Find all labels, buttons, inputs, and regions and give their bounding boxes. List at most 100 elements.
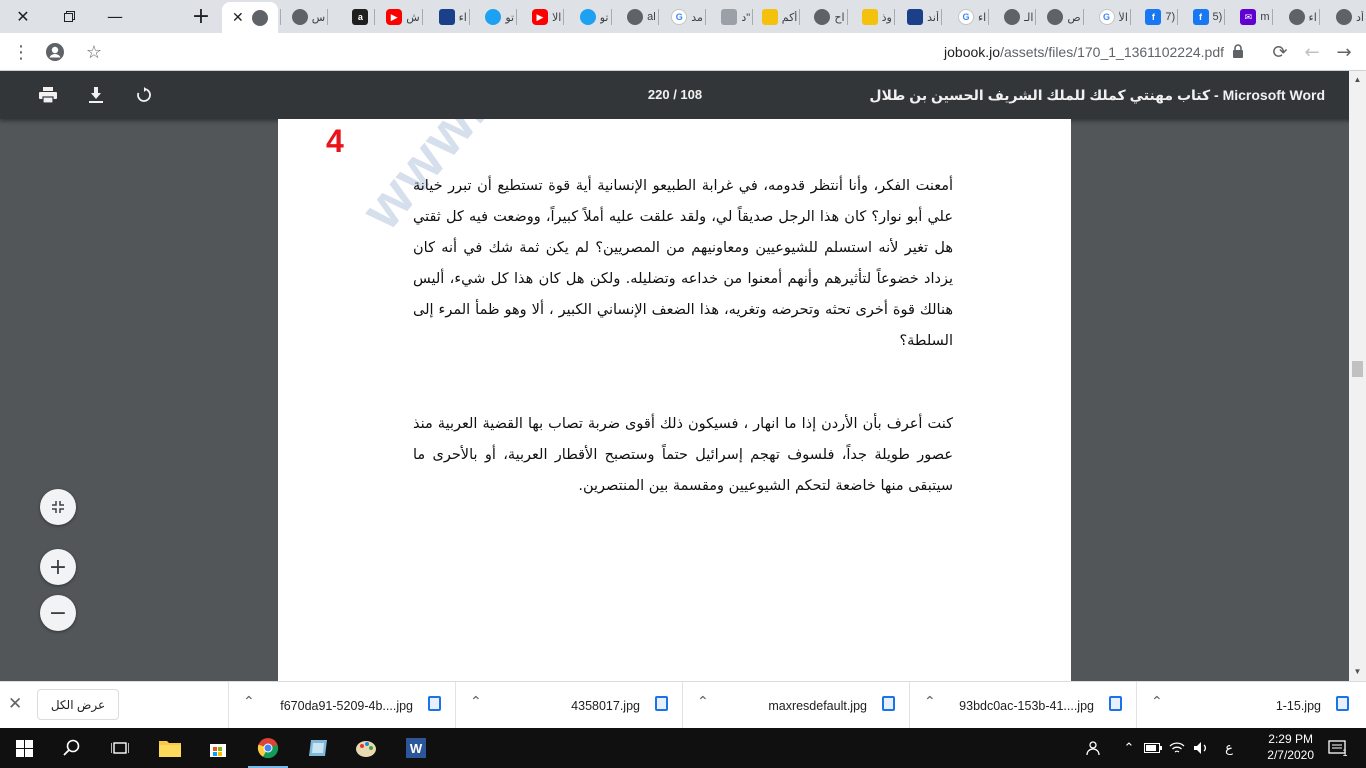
chrome-button[interactable] [244, 728, 292, 768]
volume-icon[interactable] [1190, 728, 1212, 768]
input-language[interactable]: ع [1218, 728, 1240, 768]
download-item[interactable]: ⌃ 4358017.jpg [455, 682, 682, 728]
browser-tab[interactable]: اء [1276, 4, 1317, 30]
browser-tab[interactable]: "د [709, 4, 750, 30]
browser-tab[interactable]: س [284, 4, 325, 30]
youtube-icon: ▶ [386, 9, 403, 25]
paint-icon [356, 741, 376, 757]
browser-tab[interactable]: أد [1323, 4, 1364, 30]
globe-icon [291, 9, 308, 25]
store-button[interactable] [194, 728, 242, 768]
tab-label: ش [406, 11, 420, 24]
scroll-down-arrow[interactable]: ▼ [1349, 665, 1366, 679]
back-icon[interactable]: → [1329, 33, 1359, 71]
scroll-up-arrow[interactable]: ▲ [1349, 73, 1366, 87]
browser-tab[interactable]: أند [898, 4, 939, 30]
browser-tab[interactable]: وذ [851, 4, 892, 30]
wifi-icon[interactable] [1166, 728, 1188, 768]
close-window-button[interactable]: ✕ [0, 0, 46, 33]
url-host: jobook.jo [944, 44, 1001, 60]
restore-window-button[interactable] [46, 0, 92, 33]
file-icon [1336, 696, 1349, 711]
close-shelf-icon[interactable]: ✕ [8, 694, 22, 714]
download-item[interactable]: ⌃ f670da91-5209-4b....jpg [228, 682, 455, 728]
download-filename: 1-15.jpg [1275, 699, 1321, 713]
browser-tab[interactable]: a [331, 4, 372, 30]
word-button[interactable]: W [392, 728, 440, 768]
tab-separator [421, 9, 423, 25]
zoom-out-button[interactable]: − [40, 595, 76, 631]
browser-tab[interactable]: الـ [992, 4, 1033, 30]
chevron-up-icon[interactable]: ⌃ [1151, 694, 1163, 710]
bookmark-star-icon[interactable]: ☆ [79, 33, 109, 71]
browser-tab[interactable]: اء G [945, 4, 986, 30]
vertical-scrollbar[interactable]: ▲ ▼ [1349, 71, 1366, 681]
tab-label: الأ [1118, 11, 1128, 24]
file-explorer-button[interactable] [146, 728, 194, 768]
globe-icon [251, 9, 268, 26]
browser-tab[interactable]: m ✉ [1228, 4, 1270, 30]
tab-label: وذ [881, 11, 892, 24]
browser-tab[interactable]: الا ▶ [520, 4, 561, 30]
browser-tab[interactable]: (7 f [1134, 4, 1175, 30]
app-button[interactable] [294, 728, 342, 768]
chevron-up-icon[interactable]: ⌃ [243, 694, 255, 710]
close-tab-icon[interactable]: ✕ [232, 10, 244, 26]
clock[interactable]: 2:29 PM 2/7/2020 [1267, 731, 1314, 763]
rotate-button[interactable] [128, 79, 160, 111]
show-all-button[interactable]: عرض الكل [37, 689, 119, 720]
browser-tab[interactable]: تو [567, 4, 609, 30]
profile-icon[interactable] [40, 33, 70, 71]
tab-label: س [311, 11, 326, 24]
browser-tab[interactable]: اح [803, 4, 845, 30]
tab-label: (5 [1212, 11, 1223, 23]
lock-icon [1233, 44, 1243, 58]
globe-icon [627, 9, 644, 25]
tab-label: "د [741, 11, 751, 24]
reload-icon[interactable]: ⟳ [1265, 33, 1295, 71]
page-indicator[interactable]: 220 / 108 [640, 87, 710, 102]
chevron-up-icon[interactable]: ⌃ [697, 694, 709, 710]
browser-tab[interactable]: أكم [756, 4, 797, 30]
paint-button[interactable] [342, 728, 390, 768]
download-button[interactable] [80, 79, 112, 111]
scroll-thumb[interactable] [1352, 361, 1363, 377]
zoom-in-button[interactable]: + [40, 549, 76, 585]
notification-center-button[interactable]: 1 [1318, 728, 1358, 768]
chevron-up-icon[interactable]: ⌃ [470, 694, 482, 710]
start-button[interactable] [0, 728, 48, 768]
task-view-button[interactable] [96, 728, 144, 768]
browser-tab[interactable]: تو [473, 4, 514, 30]
browser-tab[interactable]: مد G [662, 4, 703, 30]
tab-active-pdf[interactable]: ✕ [222, 2, 278, 33]
people-icon[interactable] [1080, 728, 1108, 768]
fit-to-page-button[interactable] [40, 489, 76, 525]
download-item[interactable]: ⌃ 1-15.jpg [1136, 682, 1363, 728]
browser-tab[interactable]: (5 f [1181, 4, 1222, 30]
browser-tab[interactable]: ص [1039, 4, 1081, 30]
forward-icon[interactable]: ← [1297, 33, 1327, 71]
search-button[interactable] [48, 728, 96, 768]
print-button[interactable] [32, 79, 64, 111]
menu-icon[interactable]: ⋮ [6, 33, 36, 71]
show-hidden-icons[interactable]: ⌃ [1118, 728, 1140, 768]
tab-label: اء [458, 11, 467, 24]
browser-tab[interactable]: al [615, 4, 656, 30]
browser-tab[interactable]: ش ▶ [378, 4, 420, 30]
download-item[interactable]: ⌃ maxresdefault.jpg [682, 682, 909, 728]
facebook-icon: f [1192, 9, 1209, 25]
new-tab-button[interactable]: + [180, 0, 222, 33]
tab-label: اح [834, 11, 845, 24]
chevron-up-icon[interactable]: ⌃ [924, 694, 936, 710]
browser-tab[interactable]: الأ G [1087, 4, 1128, 30]
app-icon [309, 740, 327, 756]
tab-separator [1177, 9, 1179, 25]
browser-tab[interactable]: اء [426, 4, 467, 30]
notification-count: 1 [1342, 749, 1348, 759]
download-item[interactable]: ⌃ 93bdc0ac-153b-41....jpg [909, 682, 1136, 728]
address-bar[interactable]: jobook.jo/assets/files/170_1_1361102224.… [944, 44, 1224, 60]
twitter-icon [579, 9, 596, 25]
minimize-window-button[interactable]: — [92, 0, 138, 33]
battery-icon[interactable] [1142, 728, 1164, 768]
globe-icon [1336, 9, 1353, 25]
